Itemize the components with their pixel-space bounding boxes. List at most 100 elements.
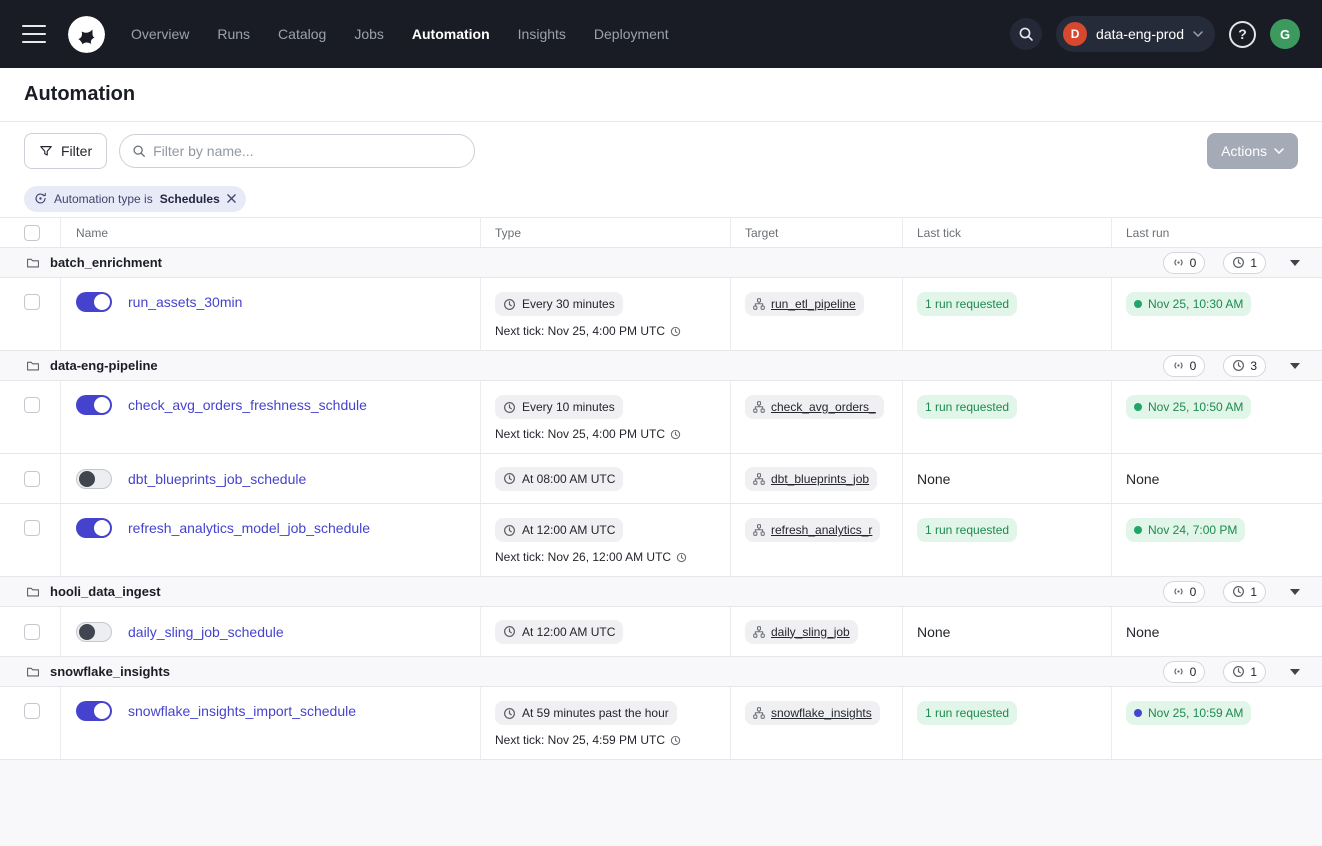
nav-item-overview[interactable]: Overview xyxy=(131,26,189,42)
nav-item-insights[interactable]: Insights xyxy=(518,26,566,42)
clock-icon xyxy=(503,401,516,414)
hamburger-menu-icon[interactable] xyxy=(22,25,46,43)
toggle-knob xyxy=(79,471,95,487)
chevron-down-icon xyxy=(1274,148,1284,154)
target-chip[interactable]: dbt_blueprints_job xyxy=(745,467,877,491)
sensor-icon xyxy=(1172,359,1185,372)
deployment-switcher[interactable]: D data-eng-prod xyxy=(1056,16,1215,52)
schedule-toggle[interactable] xyxy=(76,292,112,312)
schedule-toggle[interactable] xyxy=(76,701,112,721)
nav-item-deployment[interactable]: Deployment xyxy=(594,26,669,42)
last-run-chip[interactable]: Nov 25, 10:30 AM xyxy=(1126,292,1251,316)
run-status-dot xyxy=(1134,403,1142,411)
row-checkbox[interactable] xyxy=(24,520,40,536)
clock-icon xyxy=(503,625,516,638)
nav-item-automation[interactable]: Automation xyxy=(412,26,490,42)
schedule-count-badge: 1 xyxy=(1223,252,1266,274)
target-chip[interactable]: daily_sling_job xyxy=(745,620,858,644)
last-tick-status-chip[interactable]: 1 run requested xyxy=(917,395,1017,419)
sensor-count: 0 xyxy=(1190,256,1197,270)
group-collapse-caret-icon[interactable] xyxy=(1290,363,1300,369)
schedule-count: 1 xyxy=(1250,256,1257,270)
automation-row-snowflake_insights_import_schedule: snowflake_insights_import_schedule At 59 … xyxy=(0,687,1322,760)
graph-icon xyxy=(753,298,765,310)
group-row-snowflake_insights[interactable]: snowflake_insights01 xyxy=(0,657,1322,687)
schedule-toggle[interactable] xyxy=(76,395,112,415)
schedule-interval-chip[interactable]: Every 10 minutes xyxy=(495,395,623,419)
schedule-interval-chip[interactable]: At 12:00 AM UTC xyxy=(495,620,623,644)
graph-icon xyxy=(753,524,765,536)
schedule-count: 3 xyxy=(1250,359,1257,373)
target-chip[interactable]: check_avg_orders_ xyxy=(745,395,884,419)
schedule-name-link[interactable]: check_avg_orders_freshness_schdule xyxy=(128,395,367,415)
row-checkbox[interactable] xyxy=(24,703,40,719)
chevron-down-icon xyxy=(1193,31,1203,37)
last-run-chip[interactable]: Nov 24, 7:00 PM xyxy=(1126,518,1245,542)
global-search-button[interactable] xyxy=(1010,18,1042,50)
last-tick-status-chip[interactable]: 1 run requested xyxy=(917,292,1017,316)
schedule-name-link[interactable]: refresh_analytics_model_job_schedule xyxy=(128,518,370,538)
clock-icon xyxy=(503,707,516,720)
navbar-right: D data-eng-prod ? G xyxy=(1010,16,1300,52)
user-avatar[interactable]: G xyxy=(1270,19,1300,49)
schedule-name-link[interactable]: dbt_blueprints_job_schedule xyxy=(128,469,306,489)
target-chip[interactable]: run_etl_pipeline xyxy=(745,292,864,316)
column-header-last-run: Last run xyxy=(1112,218,1322,247)
name-filter-input[interactable] xyxy=(153,143,462,159)
toggle-knob xyxy=(94,520,110,536)
last-run-chip[interactable]: Nov 25, 10:59 AM xyxy=(1126,701,1251,725)
nav-item-jobs[interactable]: Jobs xyxy=(354,26,384,42)
nav-item-runs[interactable]: Runs xyxy=(217,26,250,42)
row-checkbox[interactable] xyxy=(24,624,40,640)
folder-icon xyxy=(26,585,40,599)
select-all-checkbox[interactable] xyxy=(24,225,40,241)
filter-button[interactable]: Filter xyxy=(24,133,107,169)
nav-item-catalog[interactable]: Catalog xyxy=(278,26,326,42)
group-row-hooli_data_ingest[interactable]: hooli_data_ingest01 xyxy=(0,577,1322,607)
sensor-count-badge: 0 xyxy=(1163,581,1206,603)
group-row-data-eng-pipeline[interactable]: data-eng-pipeline03 xyxy=(0,351,1322,381)
last-tick-status-chip[interactable]: 1 run requested xyxy=(917,701,1017,725)
row-checkbox[interactable] xyxy=(24,294,40,310)
group-collapse-caret-icon[interactable] xyxy=(1290,589,1300,595)
dagster-logo[interactable] xyxy=(68,16,105,53)
schedule-interval-chip[interactable]: At 08:00 AM UTC xyxy=(495,467,623,491)
next-tick-text: Next tick: Nov 26, 12:00 AM UTC xyxy=(495,550,687,564)
filter-button-label: Filter xyxy=(61,143,92,159)
next-tick-text: Next tick: Nov 25, 4:00 PM UTC xyxy=(495,324,681,338)
row-checkbox[interactable] xyxy=(24,471,40,487)
schedule-count: 1 xyxy=(1250,585,1257,599)
last-tick-status-chip[interactable]: 1 run requested xyxy=(917,518,1017,542)
schedule-toggle[interactable] xyxy=(76,622,112,642)
help-icon[interactable]: ? xyxy=(1229,21,1256,48)
schedule-name-link[interactable]: run_assets_30min xyxy=(128,292,242,312)
automation-type-filter-chip[interactable]: Automation type is Schedules xyxy=(24,186,246,212)
automation-type-icon xyxy=(34,192,47,205)
schedule-name-link[interactable]: daily_sling_job_schedule xyxy=(128,622,284,642)
clock-icon xyxy=(503,472,516,485)
schedule-toggle[interactable] xyxy=(76,469,112,489)
schedule-interval-chip[interactable]: Every 30 minutes xyxy=(495,292,623,316)
group-collapse-caret-icon[interactable] xyxy=(1290,260,1300,266)
folder-icon xyxy=(26,256,40,270)
group-row-batch_enrichment[interactable]: batch_enrichment01 xyxy=(0,248,1322,278)
last-run-chip[interactable]: Nov 25, 10:50 AM xyxy=(1126,395,1251,419)
schedule-toggle[interactable] xyxy=(76,518,112,538)
target-chip[interactable]: snowflake_insights xyxy=(745,701,880,725)
toggle-knob xyxy=(94,294,110,310)
row-checkbox[interactable] xyxy=(24,397,40,413)
close-icon[interactable] xyxy=(227,194,236,203)
column-header-name: Name xyxy=(61,218,481,247)
schedule-interval-chip[interactable]: At 12:00 AM UTC xyxy=(495,518,623,542)
schedule-interval-chip[interactable]: At 59 minutes past the hour xyxy=(495,701,677,725)
column-header-last-tick: Last tick xyxy=(903,218,1112,247)
group-collapse-caret-icon[interactable] xyxy=(1290,669,1300,675)
actions-button[interactable]: Actions xyxy=(1207,133,1298,169)
schedule-name-link[interactable]: snowflake_insights_import_schedule xyxy=(128,701,356,721)
graph-icon xyxy=(753,626,765,638)
run-status-dot xyxy=(1134,526,1142,534)
run-status-dot xyxy=(1134,709,1142,717)
toggle-knob xyxy=(79,624,95,640)
target-chip[interactable]: refresh_analytics_r xyxy=(745,518,880,542)
sensor-icon xyxy=(1172,665,1185,678)
